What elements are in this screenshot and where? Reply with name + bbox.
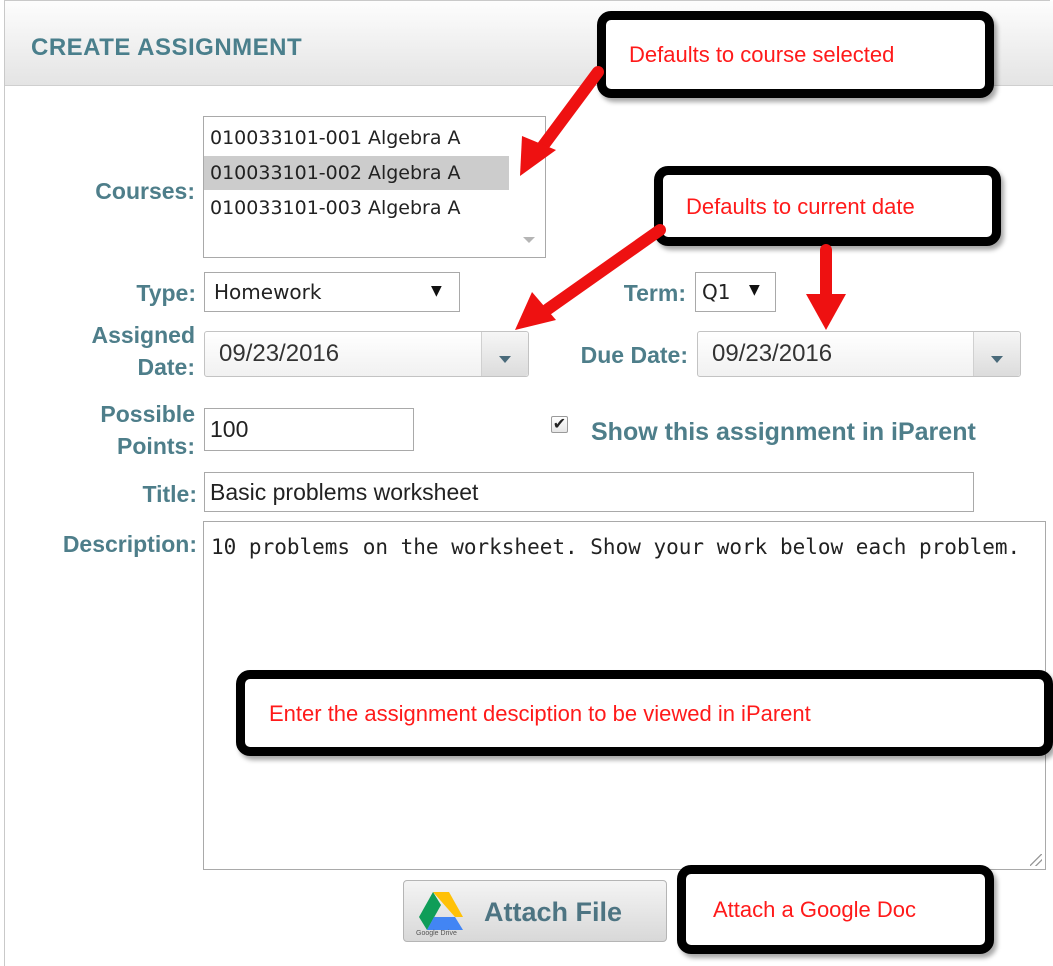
term-label: Term: xyxy=(623,280,686,306)
course-option[interactable]: 010033101-003 Algebra A xyxy=(204,191,509,225)
type-label: Type: xyxy=(136,280,196,306)
callout-course-default-text: Defaults to course selected xyxy=(629,42,895,67)
callout-attach-note-text: Attach a Google Doc xyxy=(713,897,917,922)
type-select[interactable]: Homework ▼ xyxy=(204,272,460,312)
due-date-label: Due Date: xyxy=(580,342,688,368)
due-date-dropdown-button[interactable] xyxy=(973,332,1020,376)
attach-file-button[interactable]: Google Drive Attach File xyxy=(403,880,667,942)
assigned-date-picker[interactable]: 09/23/2016 xyxy=(204,331,529,377)
term-select[interactable]: Q1 ▼ xyxy=(695,272,776,312)
chevron-down-icon: ▼ xyxy=(431,283,442,299)
assigned-date-label-line1: Assigned xyxy=(91,322,195,348)
assigned-date-dropdown-button[interactable] xyxy=(481,332,528,376)
term-select-value: Q1 xyxy=(702,280,731,304)
callout-course-default: Defaults to course selected xyxy=(597,11,994,98)
show-in-iparent-label: Show this assignment in iParent xyxy=(591,418,976,446)
courses-listbox[interactable]: 010033101-001 Algebra A 010033101-002 Al… xyxy=(203,116,546,258)
callout-description-note: Enter the assignment desciption to be vi… xyxy=(236,670,1053,756)
type-select-value: Homework xyxy=(214,280,322,304)
caret-down-icon xyxy=(991,356,1003,363)
show-in-iparent-checkbox[interactable]: ✔ xyxy=(551,416,568,433)
page-title: CREATE ASSIGNMENT xyxy=(31,34,303,61)
google-drive-caption: Google Drive xyxy=(416,930,457,937)
assigned-date-value: 09/23/2016 xyxy=(219,340,340,367)
chevron-down-icon: ▼ xyxy=(749,282,760,298)
courses-label: Courses: xyxy=(95,178,195,204)
callout-date-default: Defaults to current date xyxy=(654,166,1001,246)
callout-date-default-text: Defaults to current date xyxy=(686,194,915,219)
scroll-down-arrow-icon[interactable] xyxy=(523,237,535,243)
callout-attach-note: Attach a Google Doc xyxy=(677,865,994,954)
google-drive-icon xyxy=(419,892,463,930)
caret-down-icon xyxy=(499,356,511,363)
listbox-scrollbar[interactable] xyxy=(515,117,545,257)
callout-description-note-text: Enter the assignment desciption to be vi… xyxy=(269,701,811,726)
assigned-date-label-line2: Date: xyxy=(137,354,195,380)
description-label: Description: xyxy=(62,531,197,557)
course-option-selected[interactable]: 010033101-002 Algebra A xyxy=(204,156,509,190)
description-value: 10 problems on the worksheet. Show your … xyxy=(211,535,1021,559)
title-label: Title: xyxy=(142,481,197,507)
attach-file-label: Attach File xyxy=(484,897,623,927)
title-value: Basic problems worksheet xyxy=(210,479,479,505)
possible-points-label-line1: Possible xyxy=(100,401,195,427)
due-date-picker[interactable]: 09/23/2016 xyxy=(697,331,1021,377)
due-date-value: 09/23/2016 xyxy=(712,340,833,367)
possible-points-input[interactable]: 100 xyxy=(204,408,414,451)
assigned-date-label: Assigned Date: xyxy=(40,322,195,380)
possible-points-label: Possible Points: xyxy=(50,401,195,459)
possible-points-value: 100 xyxy=(210,416,249,442)
course-option[interactable]: 010033101-001 Algebra A xyxy=(204,121,509,155)
resize-grip-icon[interactable] xyxy=(1030,854,1042,866)
possible-points-label-line2: Points: xyxy=(117,433,195,459)
title-input[interactable]: Basic problems worksheet xyxy=(204,472,974,512)
